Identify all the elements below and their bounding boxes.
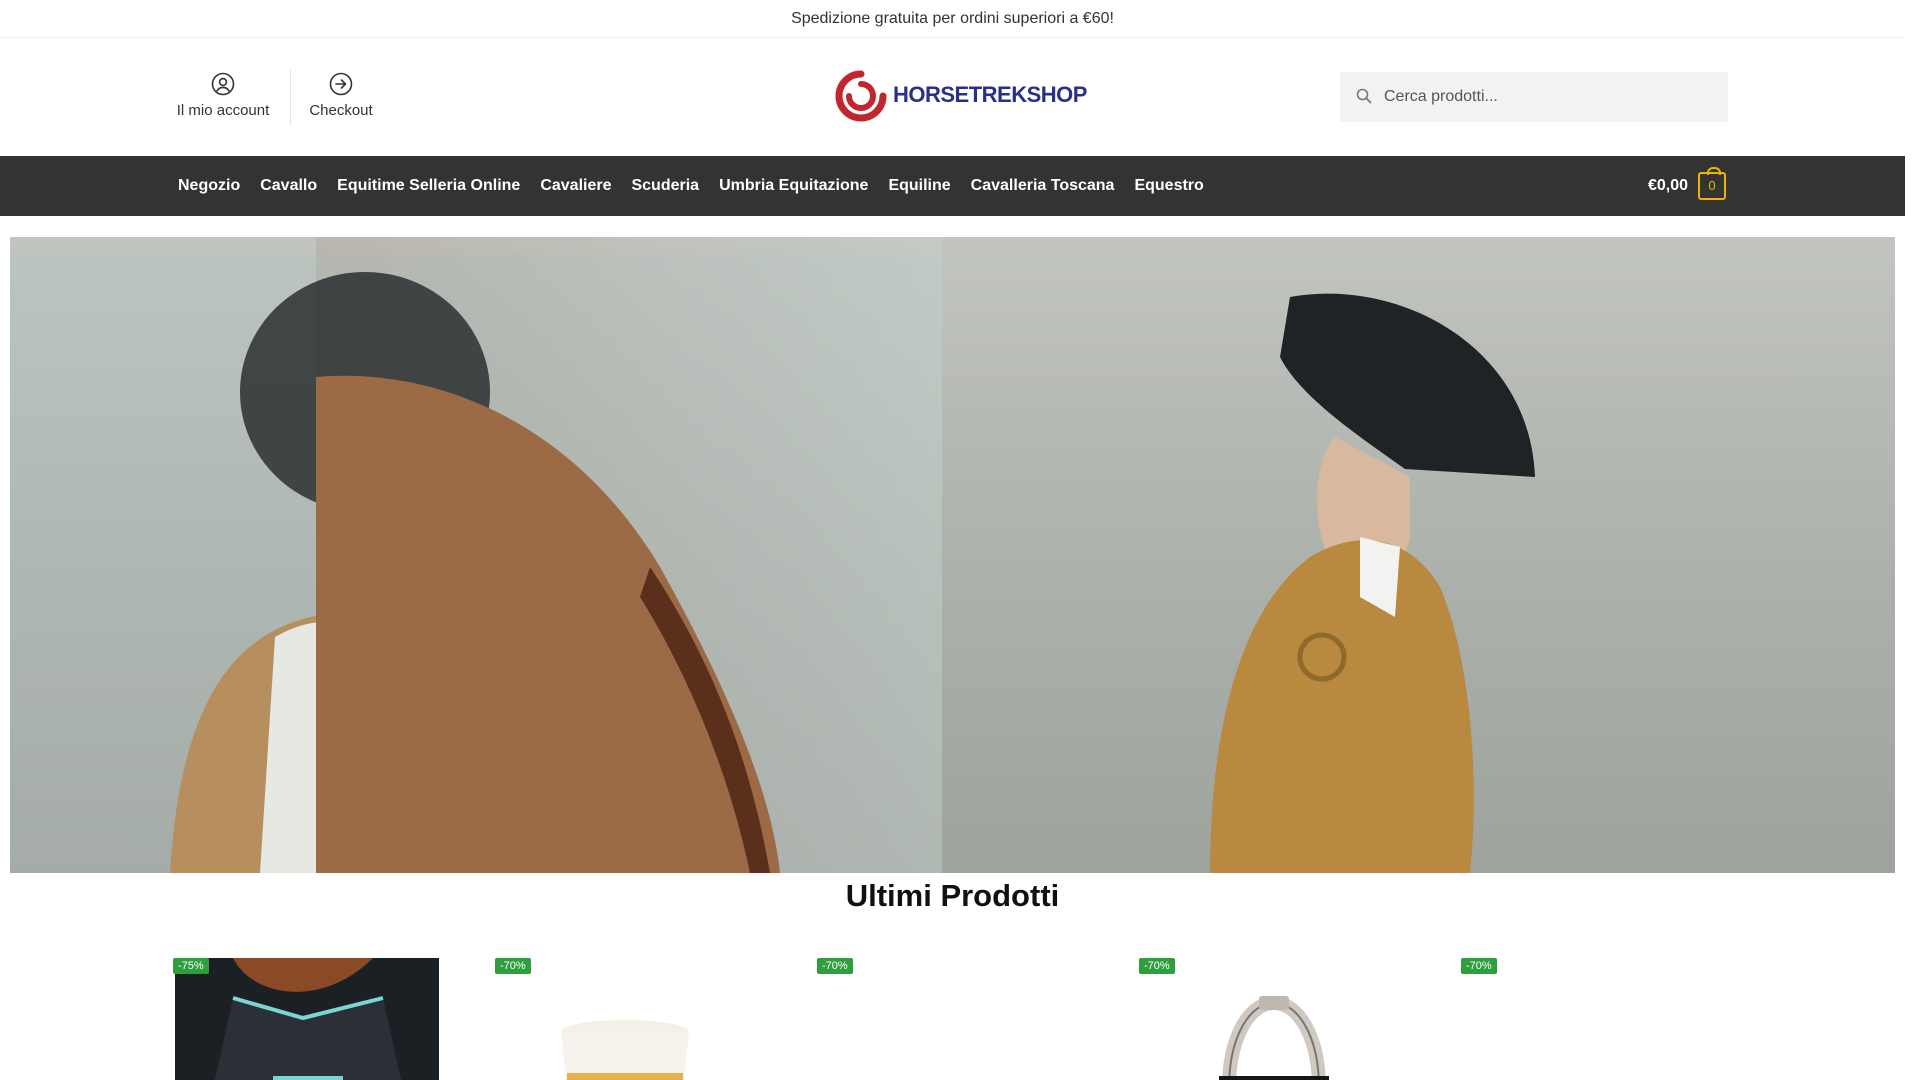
user-icon [211, 72, 235, 96]
cart-link[interactable]: €0,00 0 [1648, 167, 1727, 200]
latest-products-heading: Ultimi Prodotti [845, 878, 1060, 913]
product-card[interactable]: -70% [1461, 956, 1731, 1080]
site-logo[interactable]: HORSETREKSHOP [833, 68, 1087, 124]
nav-item-equiline[interactable]: Equiline [878, 156, 960, 216]
product-image[interactable] [173, 958, 441, 1080]
product-image[interactable] [817, 958, 1085, 1080]
nav-item-negozio[interactable]: Negozio [168, 156, 250, 216]
product-card[interactable]: -75% [173, 956, 443, 1080]
nav-item-equestro[interactable]: Equestro [1124, 156, 1213, 216]
discount-badge: -75% [173, 958, 209, 974]
product-card[interactable]: -70% [817, 956, 1087, 1080]
search-icon [1356, 88, 1372, 104]
search-input[interactable] [1384, 72, 1714, 122]
product-card[interactable]: -70% [1139, 956, 1409, 1080]
my-account-label: Il mio account [176, 102, 270, 119]
logo-mark-icon [835, 70, 887, 122]
discount-badge: -70% [1139, 958, 1175, 974]
discount-badge: -70% [817, 958, 853, 974]
promo-bar: Spedizione gratuita per ordini superiori… [0, 0, 1905, 38]
nav-item-cavalleria-toscana[interactable]: Cavalleria Toscana [961, 156, 1125, 216]
product-image[interactable] [1139, 958, 1407, 1080]
product-card[interactable]: -70% [495, 956, 765, 1080]
checkout-label: Checkout [309, 102, 373, 119]
product-search [1340, 72, 1728, 122]
product-image[interactable] [1461, 958, 1729, 1080]
cart-total: €0,00 [1648, 177, 1689, 194]
discount-badge: -70% [495, 958, 531, 974]
arrow-right-circle-icon [329, 72, 353, 96]
nav-item-umbria-equitazione[interactable]: Umbria Equitazione [709, 156, 878, 216]
site-header: Il mio account Checkout HORSETREKSHOP [0, 38, 1905, 156]
nav-item-equitime-selleria-online[interactable]: Equitime Selleria Online [327, 156, 530, 216]
promo-message: Spedizione gratuita per ordini superiori… [791, 10, 1114, 27]
product-image[interactable] [495, 958, 763, 1080]
discount-badge: -70% [1461, 958, 1497, 974]
nav-menu: Negozio Cavallo Equitime Selleria Online… [168, 156, 1214, 216]
hero-photo-illustration [170, 272, 1535, 873]
primary-navigation: Negozio Cavallo Equitime Selleria Online… [0, 156, 1905, 216]
logo-text: HORSETREKSHOP [893, 82, 1087, 107]
nav-item-scuderia[interactable]: Scuderia [621, 156, 709, 216]
my-account-link[interactable]: Il mio account [168, 72, 278, 119]
nav-item-cavallo[interactable]: Cavallo [250, 156, 327, 216]
nav-item-cavaliere[interactable]: Cavaliere [530, 156, 621, 216]
hero-banner[interactable] [10, 237, 1895, 873]
cart-count-badge: 0 [1698, 167, 1727, 200]
checkout-link[interactable]: Checkout [286, 72, 396, 119]
